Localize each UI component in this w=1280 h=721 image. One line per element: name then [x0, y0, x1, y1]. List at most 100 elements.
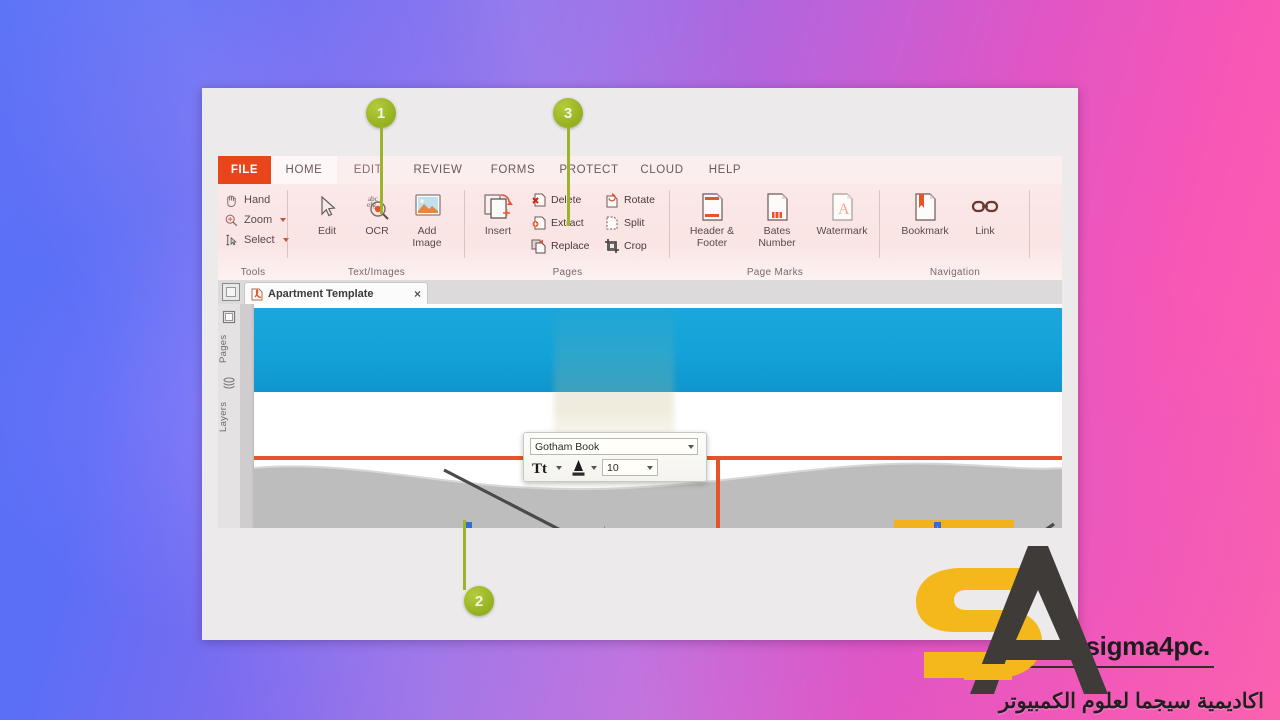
tab-review[interactable]: REVIEW	[399, 156, 477, 184]
anchor-guide-right	[937, 526, 938, 528]
button-header-footer-label: Header & Footer	[689, 225, 735, 249]
tab-forms[interactable]: FORMS	[477, 156, 549, 184]
close-icon[interactable]: ×	[414, 288, 421, 300]
button-watermark-label: Watermark	[816, 225, 868, 237]
button-bates-number-label: Bates Number	[758, 225, 796, 249]
font-size-value: 10	[607, 462, 619, 474]
button-rotate-label: Rotate	[624, 194, 655, 206]
rail-label-pages[interactable]: Pages	[218, 328, 240, 370]
tab-protect[interactable]: PROTECT	[549, 156, 629, 184]
tab-edit[interactable]: EDIT	[337, 156, 399, 184]
tool-select[interactable]: Select	[224, 230, 289, 250]
callout-1: 1	[366, 98, 396, 214]
tool-select-label: Select	[244, 234, 275, 246]
button-bookmark-label: Bookmark	[901, 225, 949, 237]
text-color-button[interactable]	[569, 458, 597, 477]
callout-3-badge: 3	[553, 98, 583, 128]
callout-3-stem	[566, 126, 570, 226]
callout-1-badge: 1	[366, 98, 396, 128]
chevron-down-icon[interactable]	[280, 218, 287, 222]
insert-page-icon	[481, 191, 515, 223]
document-canvas[interactable]: Pricing Info $0000 # bedrooms # bath	[240, 304, 1062, 528]
tool-hand[interactable]: Hand	[224, 190, 270, 210]
split-page-icon	[604, 215, 620, 231]
button-replace-label: Replace	[551, 240, 590, 252]
add-image-icon	[410, 191, 444, 223]
link-icon	[968, 191, 1002, 223]
group-label-tools: Tools	[240, 267, 266, 278]
layers-panel-icon[interactable]	[222, 376, 236, 390]
extract-page-icon	[531, 215, 547, 231]
zoom-icon	[224, 213, 239, 228]
font-family-select[interactable]: Gotham Book	[530, 438, 698, 455]
chevron-down-icon[interactable]	[591, 465, 597, 470]
button-ocr-label: OCR	[365, 225, 389, 237]
bookmark-icon	[908, 191, 942, 223]
button-edit[interactable]: Edit	[300, 188, 354, 254]
floating-font-toolbar[interactable]: Gotham Book Tt 10	[523, 432, 707, 482]
pages-panel-icon[interactable]	[222, 310, 236, 324]
tab-home[interactable]: HOME	[271, 156, 337, 184]
text-case-button[interactable]: Tt	[532, 459, 562, 476]
side-panel-rail: Pages Layers	[218, 304, 241, 528]
button-bookmark[interactable]: Bookmark	[894, 188, 956, 254]
button-split-page[interactable]: Split	[604, 213, 644, 233]
button-split-label: Split	[624, 217, 645, 229]
button-replace-page[interactable]: Replace	[531, 236, 590, 256]
tab-cloud[interactable]: CLOUD	[629, 156, 695, 184]
page-yellow-bar	[894, 520, 1014, 528]
ribbon-tab-strip: FILE HOME EDIT REVIEW FORMS PROTECT CLOU…	[218, 156, 1062, 185]
button-delete-page[interactable]: Delete	[531, 190, 581, 210]
replace-page-icon	[531, 238, 547, 254]
document-tab-bar: Apartment Template ×	[218, 280, 1062, 305]
watermark-icon: A	[825, 191, 859, 223]
button-insert-page[interactable]: Insert	[471, 188, 525, 254]
button-extract-page[interactable]: Extract	[531, 213, 584, 233]
svg-text:A: A	[838, 201, 850, 218]
button-crop[interactable]: Crop	[604, 236, 647, 256]
tab-file[interactable]: FILE	[218, 156, 271, 184]
ocr-magnifier-icon: abc efg	[360, 191, 394, 223]
rail-label-layers[interactable]: Layers	[218, 394, 240, 440]
button-bates-number[interactable]: Bates Number	[748, 188, 806, 254]
button-rotate-page[interactable]: Rotate	[604, 190, 655, 210]
bates-number-icon	[760, 191, 794, 223]
tool-zoom[interactable]: Zoom	[224, 210, 287, 230]
hand-icon	[224, 193, 239, 208]
rotate-page-icon	[604, 192, 620, 208]
button-link-label: Link	[975, 225, 995, 237]
ribbon-group-tools: Hand Zoom Select Tools	[218, 184, 289, 280]
button-edit-label: Edit	[317, 225, 337, 237]
group-label-page-marks: Page Marks	[746, 267, 804, 278]
document-tab[interactable]: Apartment Template ×	[244, 282, 428, 305]
callout-3: 3	[553, 98, 583, 226]
chevron-down-icon[interactable]	[688, 445, 694, 449]
page-orange-vertical-rule	[716, 460, 720, 528]
font-case-icon: Tt	[532, 461, 547, 476]
button-crop-label: Crop	[624, 240, 647, 252]
button-watermark[interactable]: A Watermark	[810, 188, 874, 254]
group-label-pages: Pages	[552, 267, 583, 278]
panel-toggle-button[interactable]	[222, 283, 240, 301]
group-label-text-images: Text/Images	[347, 267, 406, 278]
button-link[interactable]: Link	[960, 188, 1010, 254]
button-ocr[interactable]: abc efg OCR	[350, 188, 404, 254]
tool-hand-label: Hand	[244, 194, 271, 206]
chevron-down-icon[interactable]	[647, 466, 653, 470]
anchor-handle-left-top[interactable]	[465, 522, 472, 528]
delete-page-icon	[531, 192, 547, 208]
ribbon-group-navigation: Bookmark Link Navigation	[880, 184, 1030, 280]
tool-zoom-label: Zoom	[244, 214, 273, 226]
button-add-image-label: Add Image	[412, 225, 442, 249]
font-color-icon	[572, 460, 585, 476]
tab-help[interactable]: HELP	[695, 156, 755, 184]
select-icon	[224, 233, 239, 248]
button-add-image[interactable]: Add Image	[400, 188, 454, 254]
header-footer-icon	[695, 191, 729, 223]
crop-icon	[604, 238, 620, 254]
pdf-page[interactable]: Pricing Info $0000 # bedrooms # bath	[254, 304, 1062, 528]
callout-1-stem	[379, 126, 383, 214]
chevron-down-icon[interactable]	[556, 465, 562, 470]
font-size-select[interactable]: 10	[602, 459, 658, 476]
button-header-footer[interactable]: Header & Footer	[680, 188, 744, 254]
